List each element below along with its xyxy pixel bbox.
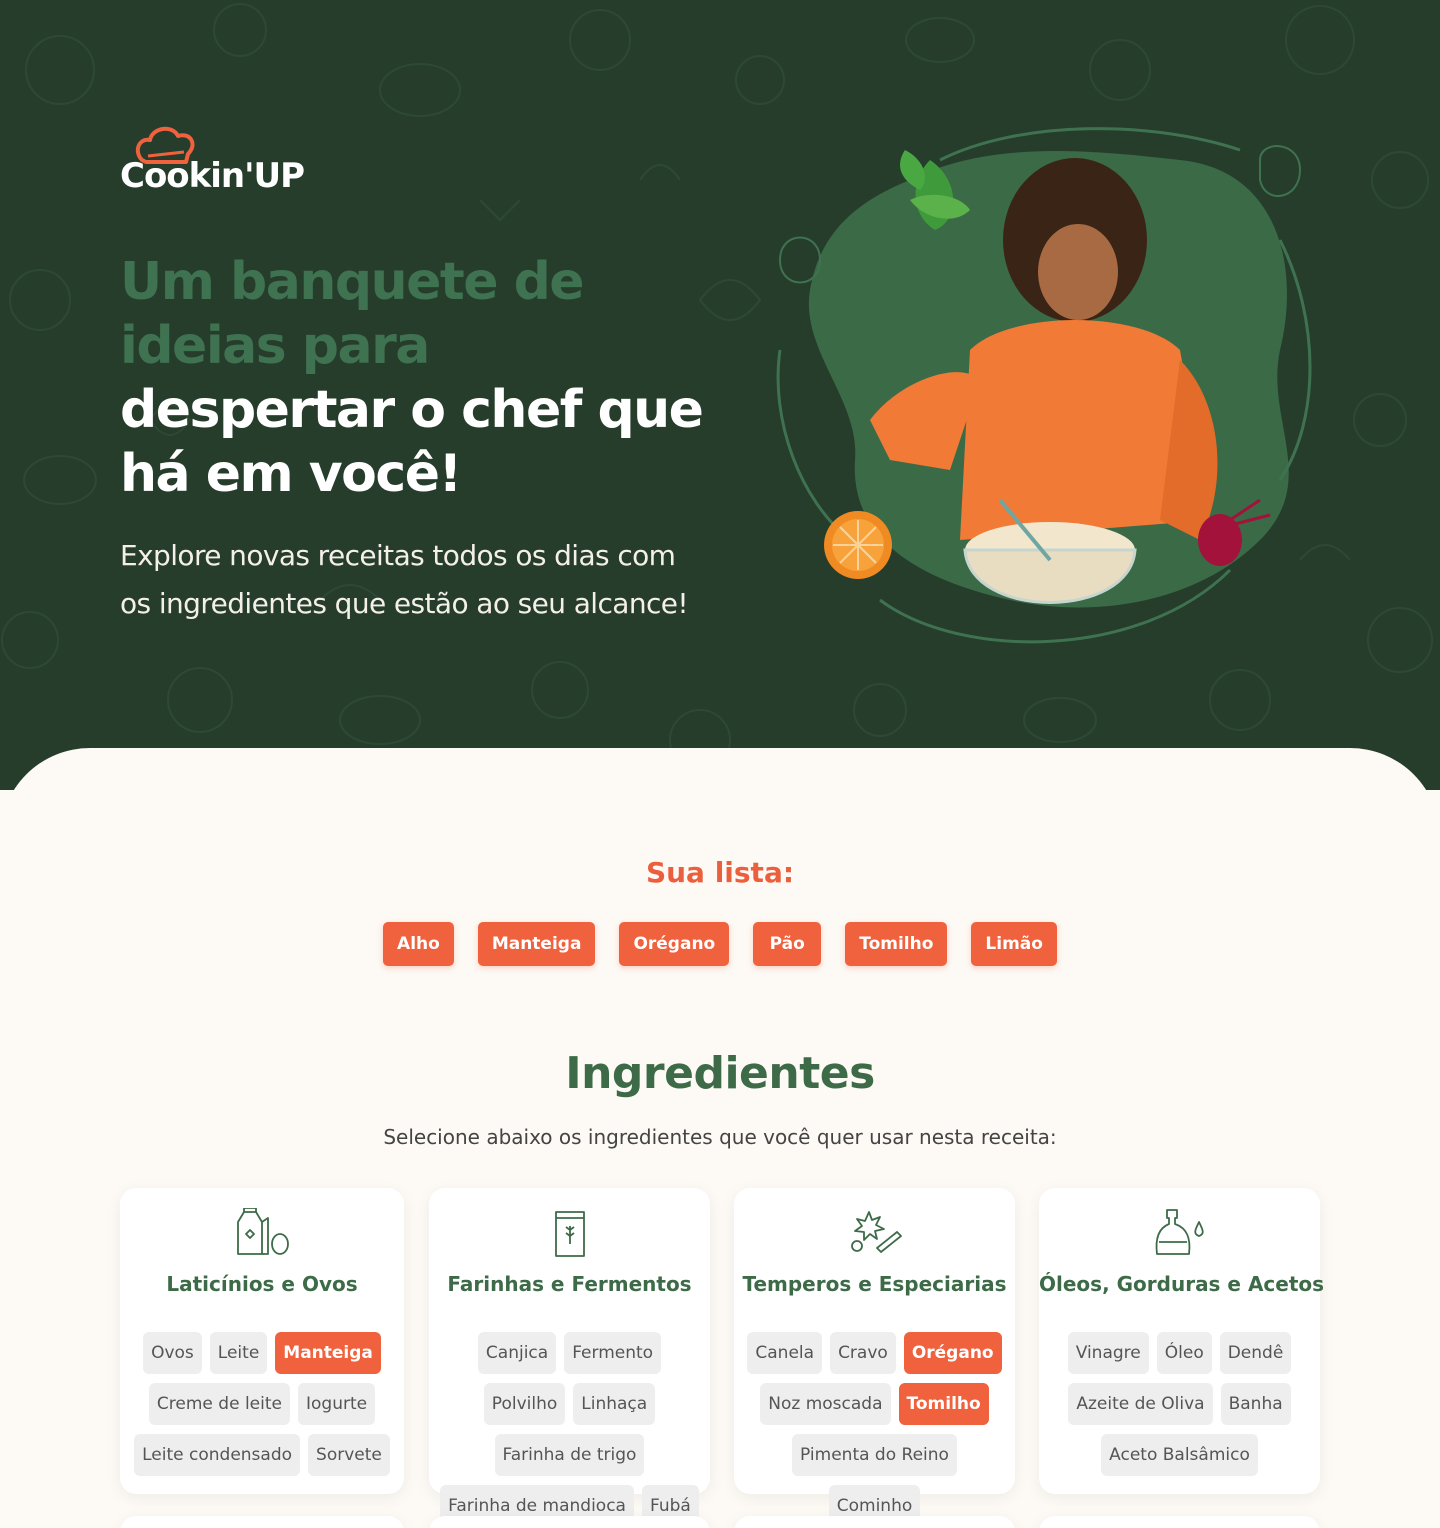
ingredient-chip[interactable]: Fermento xyxy=(564,1332,662,1374)
ingredient-chip[interactable]: Aceto Balsâmico xyxy=(1101,1434,1258,1476)
hero-illustration xyxy=(776,127,1312,644)
category-card: Farinhas e Fermentos Canjica Fermento Po… xyxy=(429,1188,710,1527)
category-card-next-row xyxy=(429,1516,710,1528)
ingredient-chip[interactable]: Banha xyxy=(1220,1383,1291,1425)
ingredient-chips: Vinagre Óleo Dendê Azeite de Oliva Banha… xyxy=(1049,1332,1310,1476)
spices-icon xyxy=(850,1211,902,1253)
selected-tag[interactable]: Orégano xyxy=(619,922,730,966)
selected-tag[interactable]: Alho xyxy=(383,922,454,966)
ingredient-chip[interactable]: Leite xyxy=(209,1332,268,1374)
hero-subtitle: Explore novas receitas todos os dias com… xyxy=(120,532,720,628)
ingredient-chip[interactable]: Óleo xyxy=(1156,1332,1212,1374)
subtitle-line: os ingredientes que estão ao seu alcance… xyxy=(120,587,689,620)
selected-tag[interactable]: Tomilho xyxy=(845,922,948,966)
cookinup-logo[interactable]: Cookin'UP xyxy=(118,122,305,200)
ingredient-chip[interactable]: Vinagre xyxy=(1067,1332,1149,1374)
list-title: Sua lista: xyxy=(645,856,795,889)
orange-slice xyxy=(824,511,892,579)
ingredient-chip[interactable]: Sorvete xyxy=(308,1434,390,1476)
hero-headline: Um banquete de ideias para despertar o c… xyxy=(120,250,720,506)
headline-line: despertar o chef que xyxy=(120,380,704,440)
ingredient-chip[interactable]: Noz moscada xyxy=(760,1383,891,1425)
selected-list: Alho Manteiga Orégano Pão Tomilho Limão xyxy=(0,922,1440,966)
ingredient-chips: Ovos Leite Manteiga Creme de leite Iogur… xyxy=(130,1332,394,1476)
ingredient-chips: Canela Cravo Orégano Noz moscada Tomilho… xyxy=(744,1332,1005,1527)
ingredient-chip-selected[interactable]: Manteiga xyxy=(275,1332,381,1374)
ingredient-chip-selected[interactable]: Tomilho xyxy=(898,1383,989,1425)
category-card: Temperos e Especiarias Canela Cravo Orég… xyxy=(734,1188,1015,1527)
ingredient-chip[interactable]: Pimenta do Reino xyxy=(792,1434,957,1476)
category-card: Laticínios e Ovos Ovos Leite Manteiga Cr… xyxy=(120,1188,404,1494)
ingredient-chip[interactable]: Iogurte xyxy=(297,1383,376,1425)
ingredient-chip-selected[interactable]: Orégano xyxy=(903,1332,1002,1374)
ingredient-chip[interactable]: Azeite de Oliva xyxy=(1068,1383,1213,1425)
ingredient-chip[interactable]: Ovos xyxy=(143,1332,202,1374)
category-title: Temperos e Especiarias xyxy=(742,1272,1007,1296)
category-title: Laticínios e Ovos xyxy=(166,1272,358,1296)
headline-line: Um banquete de xyxy=(120,252,585,312)
category-title: Óleos, Gorduras e Acetos xyxy=(1039,1272,1325,1296)
ingredient-chip[interactable]: Leite condensado xyxy=(134,1434,301,1476)
oil-bottle-icon xyxy=(1155,1209,1204,1255)
ingredient-chips: Canjica Fermento Polvilho Linhaça Farinh… xyxy=(439,1332,700,1527)
logo-text: Cookin'UP xyxy=(120,156,305,196)
headline-line: ideias para xyxy=(120,316,430,376)
ingredient-chip[interactable]: Farinha de trigo xyxy=(494,1434,645,1476)
category-card-next-row xyxy=(1039,1516,1320,1528)
category-title: Farinhas e Fermentos xyxy=(447,1272,692,1296)
headline-line: há em você! xyxy=(120,444,462,504)
ingredient-chip[interactable]: Canjica xyxy=(477,1332,557,1374)
category-card: Óleos, Gorduras e Acetos Vinagre Óleo De… xyxy=(1039,1188,1325,1494)
hero-section: Cookin'UP Um banquete de ideias para des… xyxy=(0,0,1440,790)
category-card-next-row xyxy=(120,1516,404,1528)
selected-tag[interactable]: Manteiga xyxy=(477,922,596,966)
ingredient-chip[interactable]: Linhaça xyxy=(573,1383,656,1425)
ingredient-chip[interactable]: Dendê xyxy=(1219,1332,1292,1374)
subtitle-line: Explore novas receitas todos os dias com xyxy=(120,539,676,572)
ingredient-chip[interactable]: Polvilho xyxy=(483,1383,566,1425)
milk-and-egg-icon xyxy=(237,1208,289,1255)
ingredient-chip[interactable]: Creme de leite xyxy=(148,1383,290,1425)
ingredient-chip[interactable]: Canela xyxy=(747,1332,823,1374)
selected-tag[interactable]: Limão xyxy=(971,922,1057,966)
flour-bag-icon xyxy=(554,1211,585,1257)
selected-tag[interactable]: Pão xyxy=(753,922,822,966)
category-card-next-row xyxy=(734,1516,1015,1528)
ingredients-subtitle: Selecione abaixo os ingredientes que voc… xyxy=(383,1125,1057,1149)
ingredient-chip[interactable]: Cravo xyxy=(830,1332,896,1374)
ingredients-title: Ingredientes xyxy=(565,1048,875,1099)
